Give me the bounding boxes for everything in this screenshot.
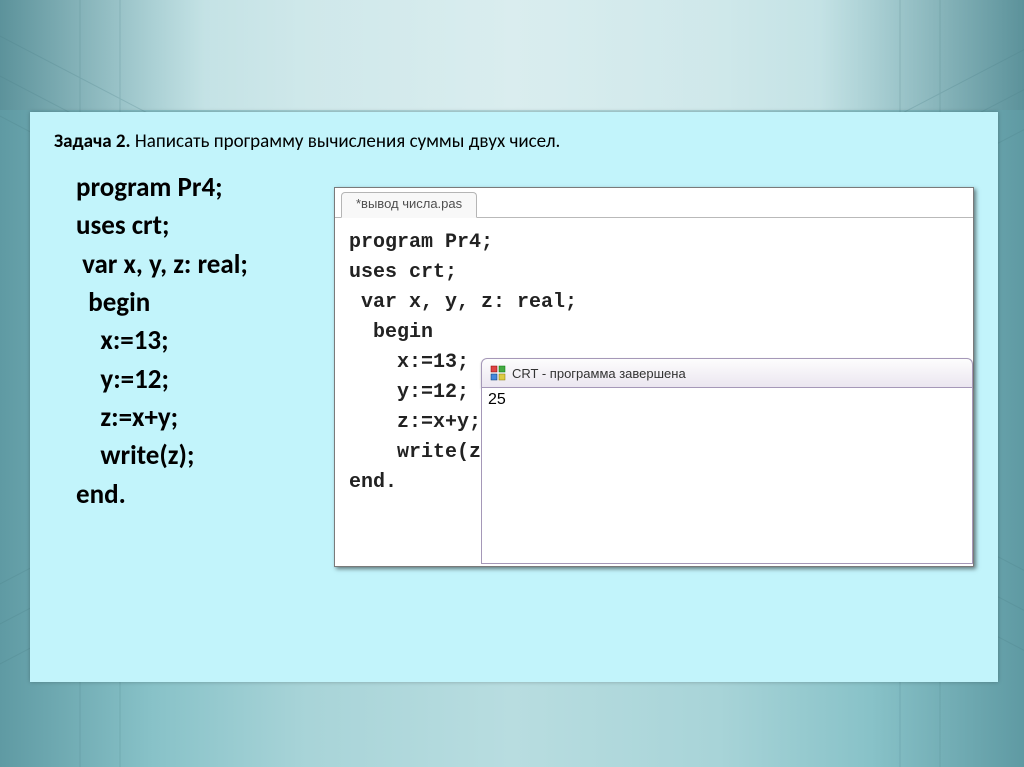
code-listing-left: program Pr4; uses crt; var x, y, z: real… [54,167,334,514]
task-label: Задача 2. [54,130,131,153]
output-window-body: 25 [481,388,973,564]
output-window: CRT - программа завершена 25 [481,358,973,566]
output-window-titlebar[interactable]: CRT - программа завершена [481,358,973,388]
slide-background: Задача 2. Написать программу вычисления … [0,0,1024,767]
editor-tab[interactable]: *вывод числа.pas [341,192,477,218]
editor-tab-strip: *вывод числа.pas [335,188,973,218]
ide-screenshot: *вывод числа.pas program Pr4; uses crt; … [334,187,974,567]
crt-app-icon [490,365,506,381]
slide-content-box: Задача 2. Написать программу вычисления … [30,112,998,682]
output-window-title-text: CRT - программа завершена [512,366,686,381]
task-text: Написать программу вычисления суммы двух… [131,130,561,153]
bg-top-strip [0,0,1024,110]
task-heading: Задача 2. Написать программу вычисления … [54,130,974,153]
